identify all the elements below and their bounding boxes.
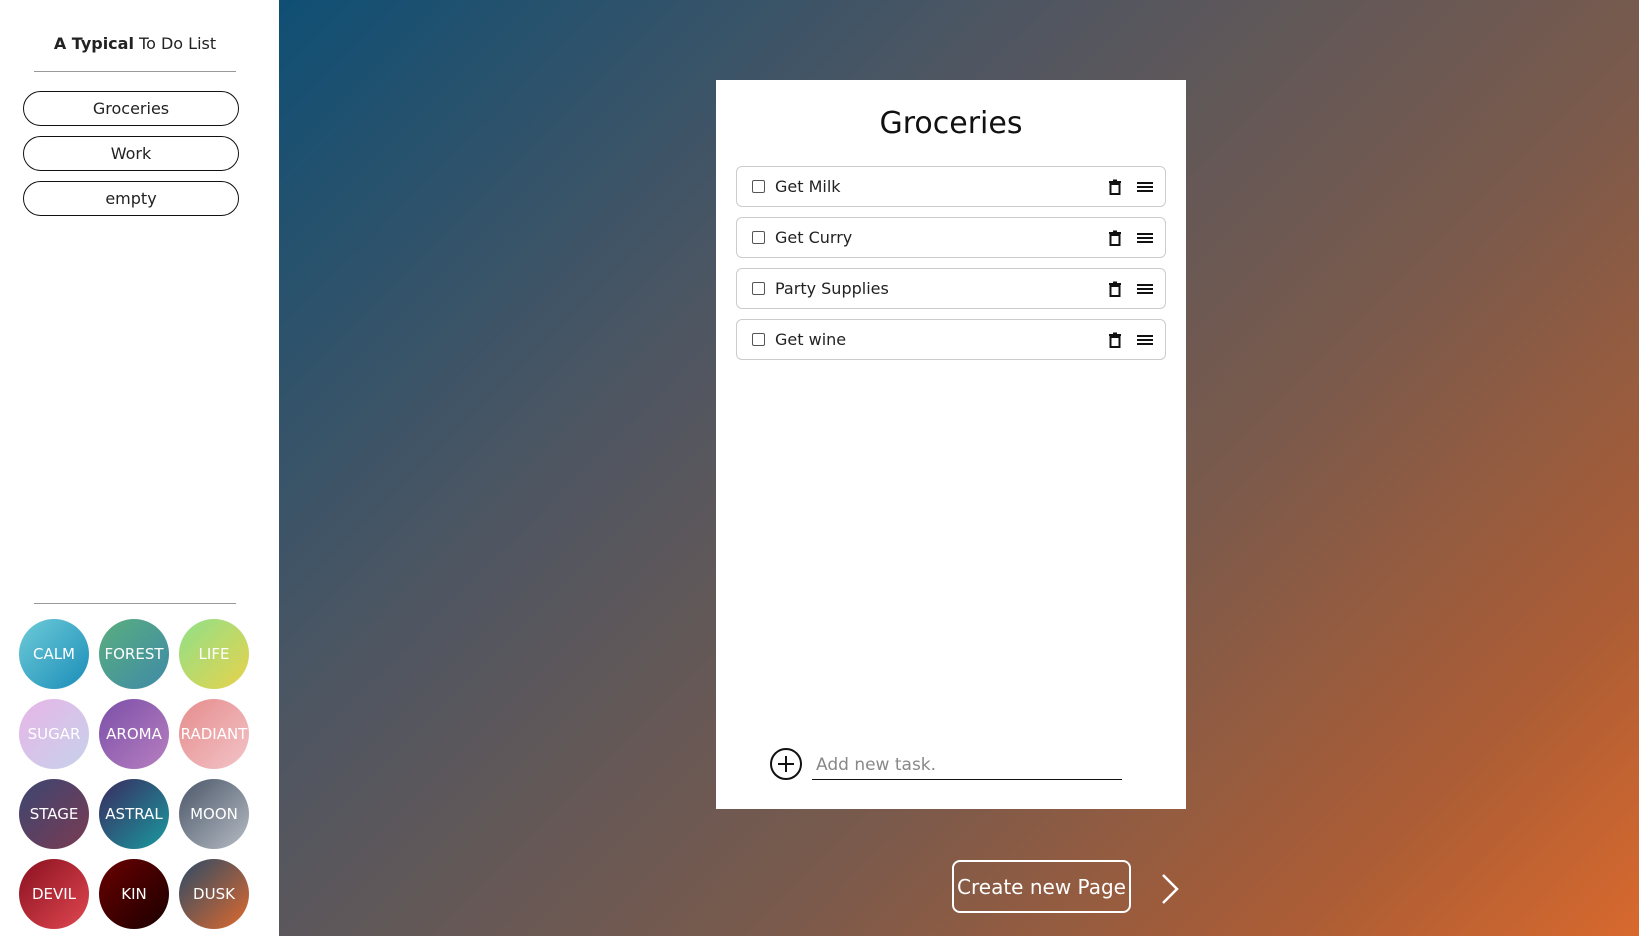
theme-kin-button[interactable]: KIN: [99, 859, 169, 929]
theme-sugar-button[interactable]: SUGAR: [19, 699, 89, 769]
theme-life-button[interactable]: LIFE: [179, 619, 249, 689]
theme-picker: CALM FOREST LIFE SUGAR AROMA RADIANT STA…: [19, 619, 249, 929]
task-row: Get Curry: [736, 217, 1166, 258]
theme-forest-button[interactable]: FOREST: [99, 619, 169, 689]
sidebar-divider-top: [34, 71, 236, 72]
plus-icon: [778, 756, 794, 772]
add-task-row: [770, 748, 1130, 788]
app-title-bold: A Typical: [53, 34, 134, 53]
theme-calm-button[interactable]: CALM: [19, 619, 89, 689]
task-checkbox[interactable]: [752, 180, 765, 193]
task-label: Get wine: [775, 330, 847, 349]
app-title-rest: To Do List: [133, 34, 217, 53]
trash-icon[interactable]: [1105, 330, 1125, 350]
drag-handle-icon[interactable]: [1135, 330, 1155, 350]
page-button-work[interactable]: Work: [23, 136, 239, 171]
page-title: Groceries: [879, 106, 1023, 141]
task-label: Get Milk: [775, 177, 841, 196]
task-row: Party Supplies: [736, 268, 1166, 309]
app-title: A Typical To Do List: [0, 34, 270, 53]
task-checkbox[interactable]: [752, 282, 765, 295]
chevron-right-icon[interactable]: [1157, 872, 1183, 906]
todo-card: Groceries Get Milk Get Curry Party Suppl…: [716, 80, 1186, 809]
sidebar-divider-bottom: [34, 603, 236, 604]
create-page-button[interactable]: Create new Page: [952, 860, 1131, 913]
task-row: Get Milk: [736, 166, 1166, 207]
add-task-button[interactable]: [770, 748, 802, 780]
trash-icon[interactable]: [1105, 177, 1125, 197]
theme-devil-button[interactable]: DEVIL: [19, 859, 89, 929]
drag-handle-icon[interactable]: [1135, 279, 1155, 299]
theme-moon-button[interactable]: MOON: [179, 779, 249, 849]
task-label: Get Curry: [775, 228, 853, 247]
task-label: Party Supplies: [775, 279, 889, 298]
page-button-groceries[interactable]: Groceries: [23, 91, 239, 126]
task-row: Get wine: [736, 319, 1166, 360]
main-area: Groceries Get Milk Get Curry Party Suppl…: [279, 0, 1639, 936]
drag-handle-icon[interactable]: [1135, 177, 1155, 197]
theme-dusk-button[interactable]: DUSK: [179, 859, 249, 929]
theme-radiant-button[interactable]: RADIANT: [179, 699, 249, 769]
theme-stage-button[interactable]: STAGE: [19, 779, 89, 849]
sidebar: A Typical To Do List Groceries Work empt…: [0, 0, 279, 936]
page-button-empty[interactable]: empty: [23, 181, 239, 216]
trash-icon[interactable]: [1105, 279, 1125, 299]
task-checkbox[interactable]: [752, 231, 765, 244]
theme-aroma-button[interactable]: AROMA: [99, 699, 169, 769]
trash-icon[interactable]: [1105, 228, 1125, 248]
task-checkbox[interactable]: [752, 333, 765, 346]
page-list: Groceries Work empty: [23, 91, 239, 226]
add-task-input[interactable]: [812, 750, 1122, 780]
task-list: Get Milk Get Curry Party Supplies Get wi…: [736, 166, 1166, 370]
drag-handle-icon[interactable]: [1135, 228, 1155, 248]
theme-astral-button[interactable]: ASTRAL: [99, 779, 169, 849]
